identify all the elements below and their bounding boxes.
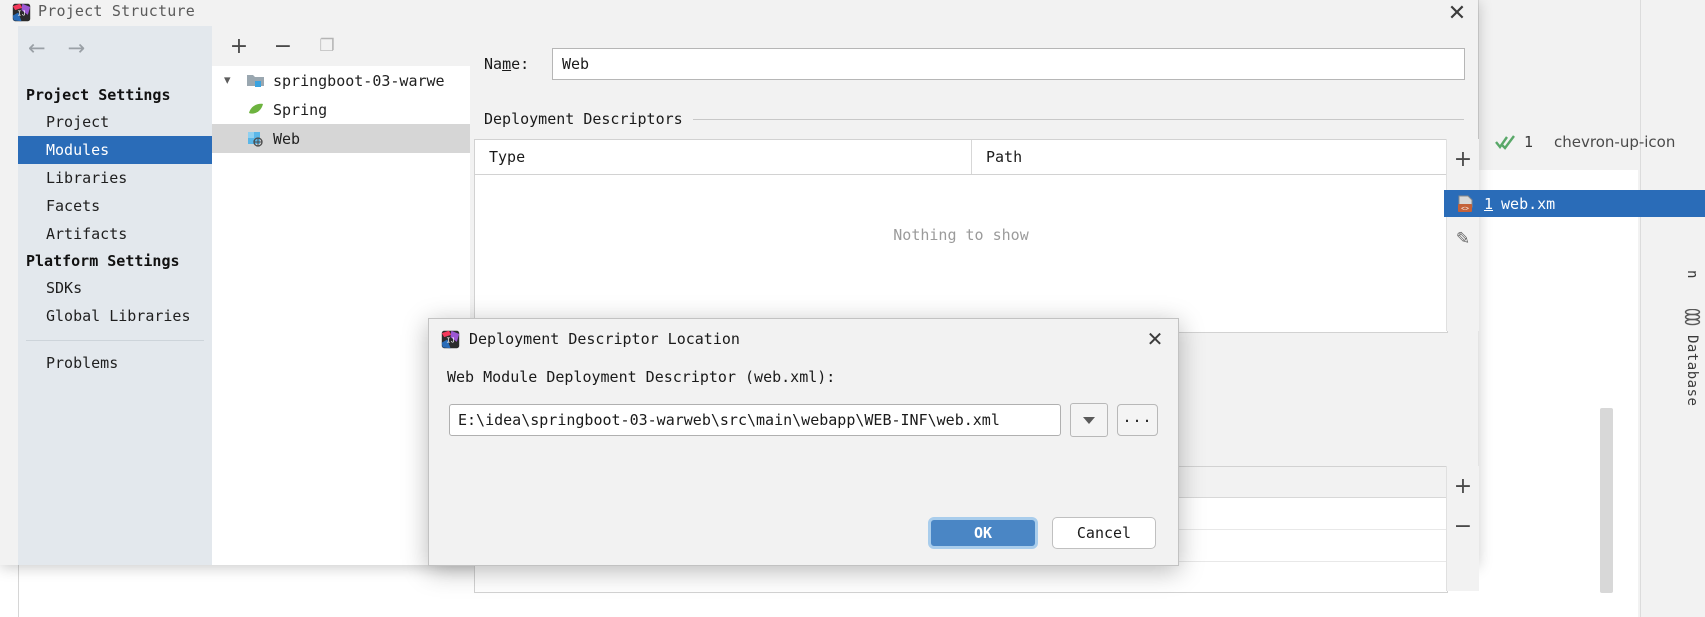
descriptor-path-input[interactable] [449,404,1061,436]
dialog-button-row: OK Cancel [928,517,1156,549]
truncated-tab-label: n [1684,270,1700,279]
path-history-dropdown-button[interactable] [1070,403,1108,437]
settings-sidebar: ← → Project Settings Project Modules Lib… [18,26,212,565]
chevron-down-icon [1083,416,1095,424]
xml-file-icon: <> [1458,195,1473,212]
sidebar-section-project-settings: Project Settings [26,86,171,104]
tree-row[interactable]: Spring [212,95,470,124]
sidebar-item-sdks[interactable]: SDKs [18,274,212,302]
tree-row-label: Spring [273,100,328,119]
close-icon[interactable]: ✕ [1140,325,1170,353]
module-name-input[interactable] [552,48,1465,80]
descriptor-path-label: Web Module Deployment Descriptor (web.xm… [447,368,836,386]
close-icon[interactable]: ✕ [1440,0,1474,26]
module-folder-icon [246,72,268,90]
sidebar-item-project[interactable]: Project [18,108,212,136]
section-title: Deployment Descriptors [484,110,683,128]
error-count: 1 [1484,194,1494,213]
remove-root-button[interactable]: − [1447,506,1479,546]
inspection-count: 1 [1524,133,1534,151]
intellij-idea-icon: IJ [12,3,31,22]
back-arrow-icon[interactable]: ← [28,38,46,59]
descriptor-side-toolbar: + ✎ [1446,139,1479,331]
window-title: Project Structure [38,2,195,20]
error-list-item[interactable]: <> 1 web.xm [1444,190,1705,217]
tree-row-label: springboot-03-warwe [273,71,445,90]
deployment-descriptors-header: Deployment Descriptors [484,110,1464,128]
sidebar-item-artifacts[interactable]: Artifacts [18,220,212,248]
sidebar-item-modules[interactable]: Modules [18,136,212,164]
svg-text:IJ: IJ [17,11,26,19]
name-label-mnemonic: m [502,55,512,73]
window-titlebar: IJ Project Structure ✕ [0,0,1478,26]
sidebar-divider [26,340,204,341]
module-toolbar: + − ❐ [212,26,470,66]
name-label: Name: [484,55,552,73]
add-module-button[interactable]: + [226,33,252,59]
double-check-icon [1495,135,1515,150]
tree-row[interactable]: ▾ springboot-03-warwe [212,66,470,95]
spring-leaf-icon [246,101,268,119]
empty-state-text: Nothing to show [893,226,1029,244]
deployment-descriptors-table: Type Path Nothing to show [474,139,1448,333]
svg-text:<>: <> [1461,205,1469,212]
inspection-status[interactable]: 1 chevron-up-icon [1495,133,1675,151]
add-root-button[interactable]: + [1447,466,1479,506]
cancel-button[interactable]: Cancel [1052,517,1156,549]
deployment-root-side-toolbar: + − [1446,466,1479,591]
sidebar-item-facets[interactable]: Facets [18,192,212,220]
table-header-row: Type Path [475,140,1447,175]
web-facet-icon [246,130,268,148]
tool-window-tab-database[interactable]: n Database [1679,270,1705,406]
remove-module-button[interactable]: − [270,33,296,59]
tool-window-tab-label: Database [1684,334,1700,407]
editor-scrollbar-thumb[interactable] [1600,408,1613,593]
sidebar-list: Project Settings Project Modules Librari… [18,82,212,377]
section-divider [692,118,1464,120]
edit-descriptor-button[interactable]: ✎ [1447,219,1479,259]
sidebar-section-platform-settings: Platform Settings [26,252,180,270]
chevron-down-icon[interactable]: ▾ [224,73,246,88]
chevron-up-icon[interactable]: chevron-up-icon [1554,133,1675,151]
dialog-title: Deployment Descriptor Location [469,330,740,348]
sidebar-item-problems[interactable]: Problems [18,349,212,377]
descriptor-path-row: ... [449,403,1158,437]
error-file-name: web.xm [1501,194,1556,213]
name-label-suffix: e: [511,55,530,73]
right-panel-divider [1640,0,1641,617]
intellij-idea-icon: IJ [441,330,460,348]
copy-module-button[interactable]: ❐ [314,33,340,59]
forward-arrow-icon[interactable]: → [68,38,86,59]
tree-row-label: Web [273,129,301,148]
deployment-descriptor-location-dialog: IJ Deployment Descriptor Location ✕ Web … [428,318,1179,566]
add-descriptor-button[interactable]: + [1447,139,1479,179]
column-header-path[interactable]: Path [972,140,1022,174]
sidebar-item-global-libraries[interactable]: Global Libraries [18,302,212,330]
ok-button[interactable]: OK [928,517,1038,549]
editor-text-area [1478,170,1638,617]
column-header-type[interactable]: Type [475,140,972,174]
name-label-prefix: Na [484,55,503,73]
name-field-row: Name: [484,48,1465,80]
sidebar-item-libraries[interactable]: Libraries [18,164,212,192]
tree-row[interactable]: Web [212,124,470,153]
svg-text:IJ: IJ [446,337,455,345]
dialog-titlebar: IJ Deployment Descriptor Location ✕ [429,319,1178,359]
nav-arrows: ← → [28,38,85,59]
database-icon [1684,308,1700,326]
browse-button[interactable]: ... [1117,404,1158,436]
